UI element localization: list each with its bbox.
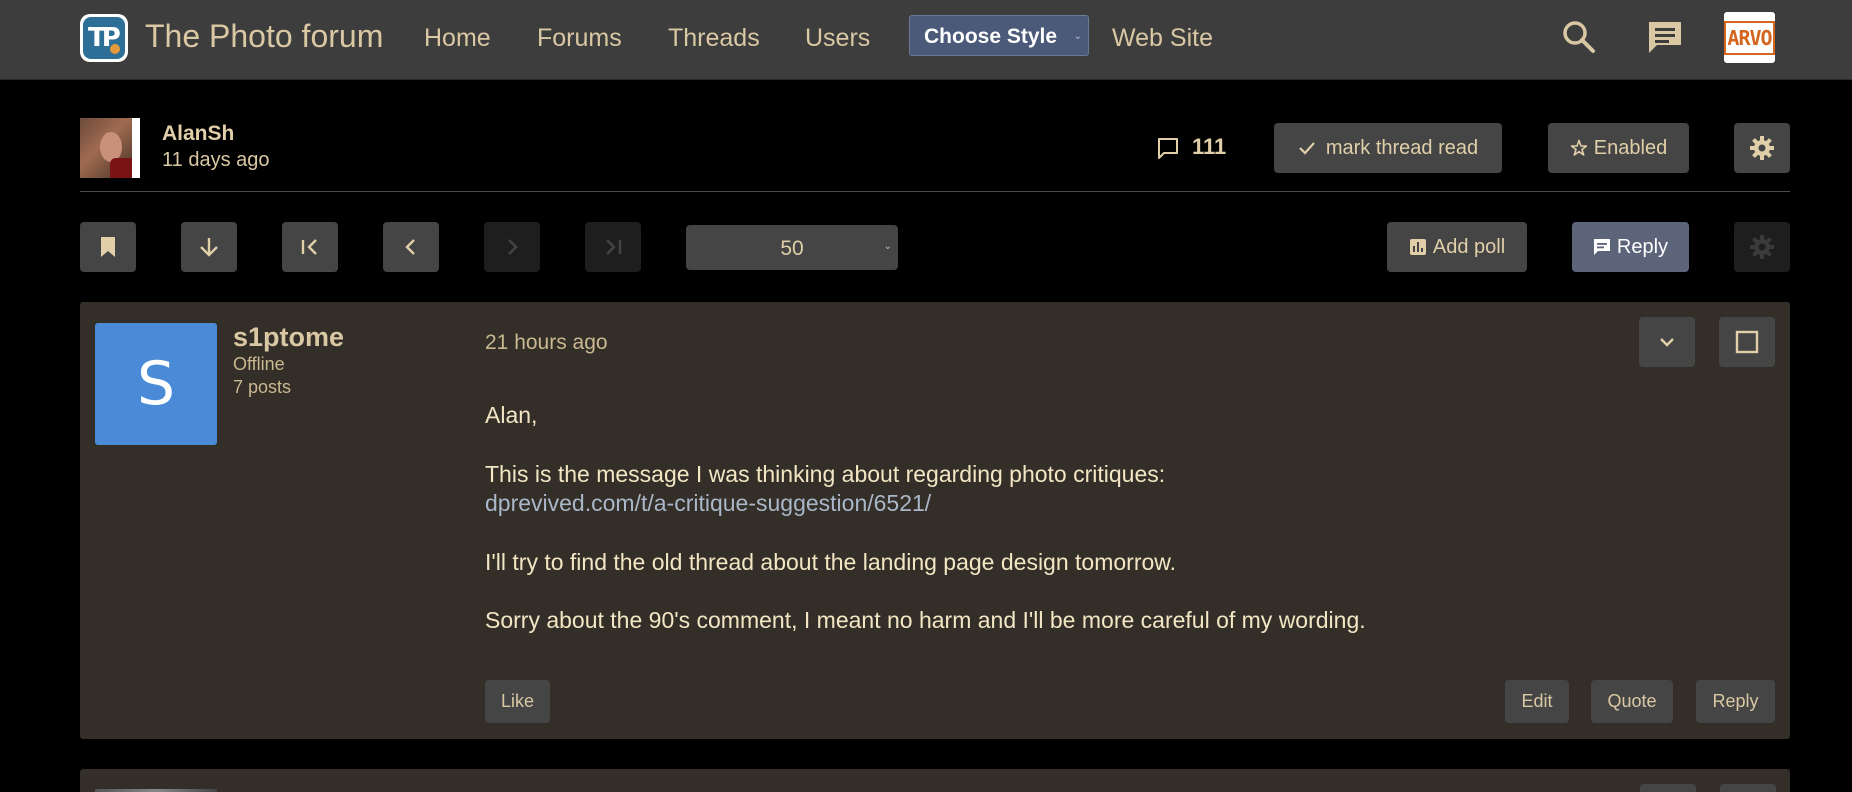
- jump-to-unread-button[interactable]: [181, 222, 237, 272]
- post-select-checkbox[interactable]: [1719, 317, 1775, 367]
- poll-icon: [1409, 239, 1426, 255]
- reply-icon: [1593, 239, 1610, 255]
- bookmark-icon: [101, 237, 115, 257]
- nav-forums[interactable]: Forums: [537, 24, 622, 53]
- quote-button[interactable]: Quote: [1591, 680, 1673, 723]
- chevron-down-icon: [1660, 338, 1674, 347]
- next-post-card: [80, 769, 1790, 792]
- next-page-button[interactable]: [484, 222, 540, 272]
- top-navbar: TP The Photo forum Home Forums Threads U…: [0, 0, 1852, 80]
- star-icon: [1570, 139, 1588, 156]
- comment-icon: [1156, 136, 1180, 160]
- site-logo[interactable]: TP: [80, 14, 128, 62]
- op-avatar[interactable]: [80, 118, 140, 178]
- first-page-icon: [301, 239, 317, 255]
- post-user-post-count: 7 posts: [233, 377, 292, 397]
- next-page-icon: [508, 239, 518, 255]
- post-menu-button[interactable]: [1639, 317, 1695, 367]
- post-text-line: I'll try to find the old thread about th…: [485, 549, 1176, 575]
- post-reply-button[interactable]: Reply: [1696, 680, 1775, 723]
- last-page-button[interactable]: [585, 222, 641, 272]
- post-avatar[interactable]: S: [95, 323, 217, 445]
- logo-mark: TP: [83, 17, 125, 59]
- checkbox-icon: [1735, 330, 1759, 354]
- next-post-select-checkbox[interactable]: [1720, 784, 1776, 792]
- site-title[interactable]: The Photo forum: [145, 18, 383, 55]
- chevron-down-icon: ⌄: [883, 241, 892, 252]
- post-timestamp[interactable]: 21 hours ago: [485, 331, 608, 355]
- post-username[interactable]: s1ptome: [233, 322, 344, 353]
- post-card: S s1ptome Offline 7 posts 21 hours ago A…: [80, 302, 1790, 739]
- posts-per-page-select[interactable]: 50 ⌄: [686, 225, 898, 270]
- add-poll-button[interactable]: Add poll: [1387, 222, 1527, 272]
- prev-page-button[interactable]: [383, 222, 439, 272]
- post-user-status: Offline: [233, 354, 285, 374]
- first-page-button[interactable]: [282, 222, 338, 272]
- check-icon: [1299, 142, 1315, 155]
- bookmark-button[interactable]: [80, 222, 136, 272]
- like-button[interactable]: Like: [485, 680, 550, 723]
- style-chooser-select[interactable]: Choose Style ⌄: [909, 15, 1089, 56]
- nav-website[interactable]: Web Site: [1112, 24, 1213, 53]
- tracking-label: Enabled: [1593, 136, 1668, 159]
- post-link[interactable]: dprevived.com/t/a-critique-suggestion/65…: [485, 490, 931, 517]
- prev-page-icon: [405, 239, 415, 255]
- nav-threads[interactable]: Threads: [668, 24, 760, 53]
- mark-thread-read-label: mark thread read: [1325, 136, 1479, 159]
- gear-icon: [1750, 235, 1774, 259]
- post-text-line: Sorry about the 90's comment, I meant no…: [485, 607, 1366, 633]
- op-username[interactable]: AlanSh: [162, 122, 234, 146]
- post-avatar-letter: S: [136, 349, 176, 419]
- toolbar-settings-button[interactable]: [1734, 222, 1790, 272]
- logo-dot: [110, 44, 120, 54]
- op-avatar-frame: [132, 118, 140, 178]
- posts-per-page-value: 50: [780, 237, 804, 260]
- add-poll-label: Add poll: [1432, 235, 1506, 258]
- chevron-down-icon: ⌄: [1073, 31, 1082, 42]
- mark-thread-read-button[interactable]: mark thread read: [1274, 123, 1502, 173]
- search-icon[interactable]: [1560, 18, 1598, 56]
- edit-button[interactable]: Edit: [1505, 680, 1569, 723]
- post-text-line: Alan,: [485, 402, 538, 428]
- op-timestamp: 11 days ago: [162, 149, 270, 171]
- nav-users[interactable]: Users: [805, 24, 870, 53]
- user-avatar-text: ARVO: [1724, 20, 1775, 55]
- user-avatar[interactable]: ARVO: [1724, 12, 1775, 63]
- next-post-menu-button[interactable]: [1640, 784, 1696, 792]
- last-page-icon: [606, 239, 622, 255]
- thread-settings-button[interactable]: [1734, 123, 1790, 173]
- nav-home[interactable]: Home: [424, 24, 491, 53]
- header-divider: [80, 191, 1790, 192]
- chat-icon[interactable]: [1646, 18, 1684, 56]
- gear-icon: [1750, 136, 1774, 160]
- reply-label: Reply: [1616, 235, 1669, 258]
- reply-count: 111: [1192, 134, 1227, 159]
- reply-button[interactable]: Reply: [1572, 222, 1689, 272]
- post-text-line: This is the message I was thinking about…: [485, 461, 1166, 487]
- style-chooser-label: Choose Style: [924, 25, 1058, 48]
- tracking-enabled-button[interactable]: Enabled: [1548, 123, 1689, 173]
- arrow-down-icon: [200, 238, 218, 257]
